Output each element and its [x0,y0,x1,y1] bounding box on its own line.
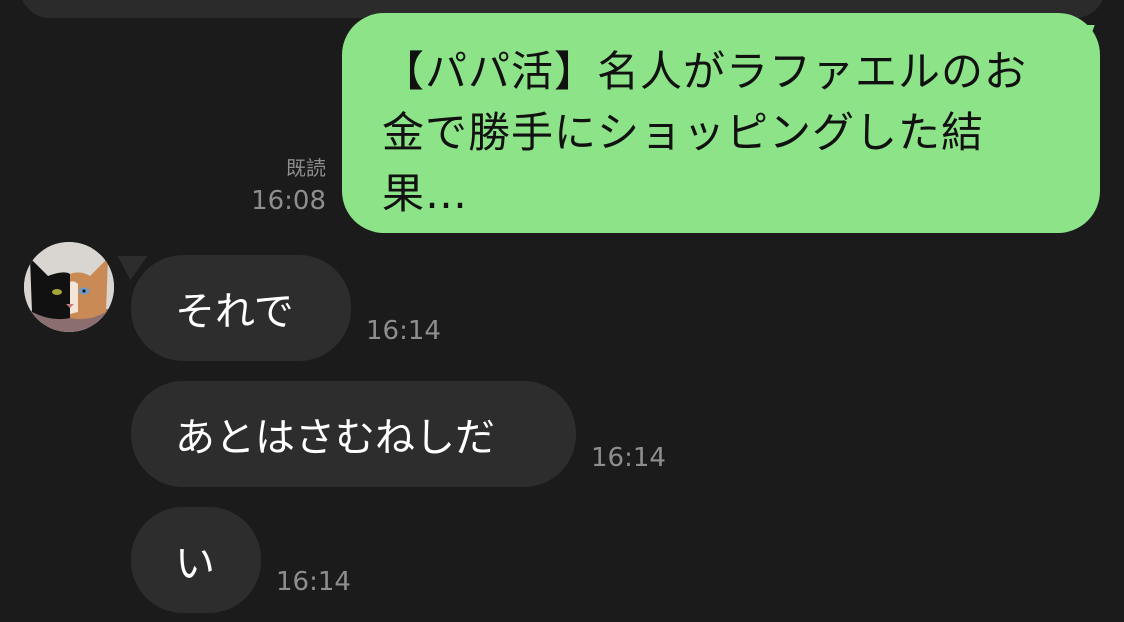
outgoing-message-bubble[interactable]: 【パパ活】名人がラファエルのお金で勝手にショッピングした結果… [342,13,1100,233]
incoming-message-bubble[interactable]: い [131,507,261,613]
incoming-message-bubble[interactable]: それで [131,255,351,361]
read-receipt-label: 既読 [286,156,326,180]
incoming-message-bubble[interactable]: あとはさむねしだ [131,381,576,487]
incoming-message-time: 16:14 [591,443,666,473]
cat-avatar-icon [24,242,114,332]
incoming-message-text: それで [175,289,294,335]
incoming-message-text: あとはさむねしだ [175,415,495,461]
chat-view: 【パパ活】名人がラファエルのお金で勝手にショッピングした結果… 既読 16:08… [0,0,1124,622]
outgoing-bubble-tail [1059,25,1095,51]
incoming-message-time: 16:14 [366,316,441,346]
incoming-message-text: い [175,541,215,587]
outgoing-message-text: 【パパ活】名人がラファエルのお金で勝手にショッピングした結果… [382,47,1028,218]
incoming-message-time: 16:14 [276,567,351,597]
avatar[interactable] [24,242,114,332]
outgoing-message-time: 16:08 [251,186,326,216]
